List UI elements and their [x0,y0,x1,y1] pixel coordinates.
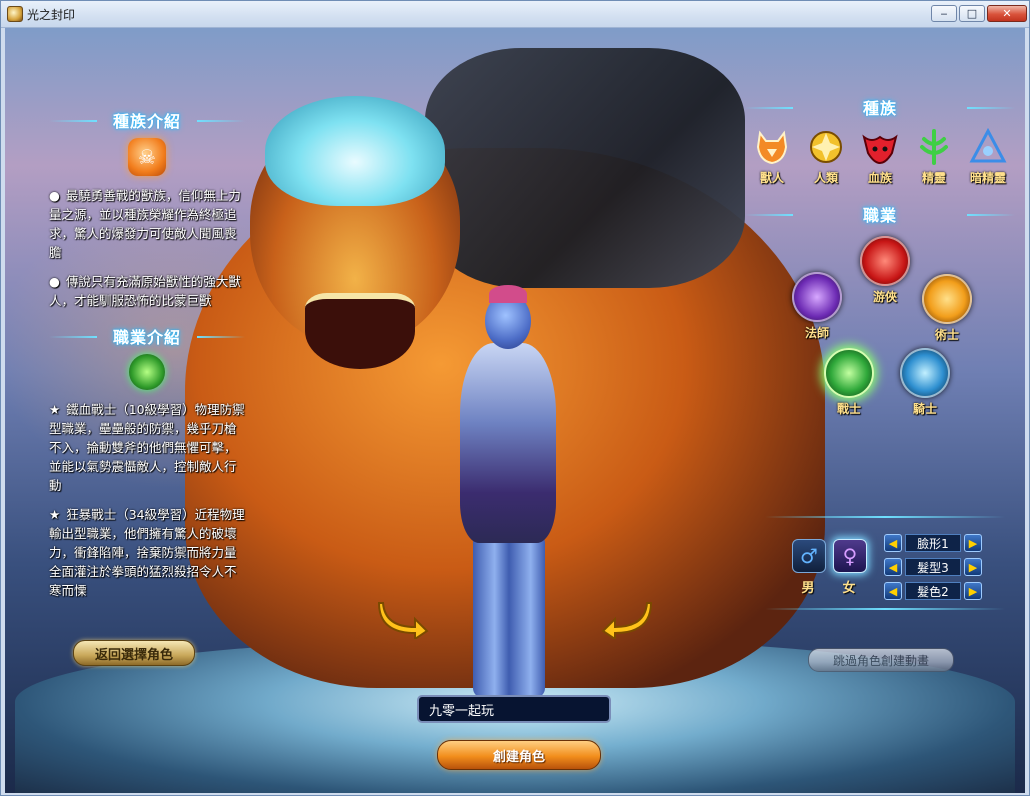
warlock-class-icon [922,274,972,324]
ranger-class-icon [860,236,910,286]
haircolor-option-row: ◀ 髮色2 ▶ [884,581,982,601]
elf-race-icon [914,127,954,167]
game-viewport: 種族介紹 ☠ ● 最驍勇善戰的獸族，信仰無上力量之源，並以種族榮耀作為終極追求，驚… [5,28,1025,793]
blood-race-icon [860,127,900,167]
beast-crest [265,96,445,206]
class-label: 術士 [934,328,959,342]
class-option-ranger[interactable]: 游俠 [855,236,915,305]
haircolor-prev-button[interactable]: ◀ [884,582,902,600]
class-option-warrior[interactable]: 戰士 [819,348,879,417]
warrior-intro-icon [129,354,165,390]
race-label: 人類 [813,171,838,185]
race-intro-paragraph: ● 最驍勇善戰的獸族，信仰無上力量之源，並以種族榮耀作為終極追求，驚人的爆發力可使… [49,188,241,260]
mage-class-icon [792,272,842,322]
face-next-button[interactable]: ▶ [964,534,982,552]
rotate-right-arrow-icon[interactable] [599,593,653,641]
race-label: 暗精靈 [969,171,1006,185]
minimize-button[interactable]: ‒ [931,5,957,22]
character-hair [489,285,527,303]
beast-race-intro-icon: ☠ [128,138,166,176]
race-list: 獸人 人類 血族 精靈 暗精靈 [745,127,1015,186]
race-label: 獸人 [759,171,784,185]
male-gender-button[interactable]: ♂ [792,539,826,573]
appearance-panel: ♂ ♀ 男 女 ◀ 臉形1 ▶ ◀ 髮型3 ▶ ◀ 髮色2 ▶ [788,533,988,613]
class-label: 游俠 [872,290,897,304]
face-option-row: ◀ 臉形1 ▶ [884,533,982,553]
beast-race-icon [752,127,792,167]
create-character-button[interactable]: 創建角色 [437,740,601,770]
hairstyle-value: 髮型3 [905,558,961,576]
haircolor-next-button[interactable]: ▶ [964,582,982,600]
face-value: 臉形1 [905,534,961,552]
race-option-dark-elf[interactable]: 暗精靈 [963,127,1013,186]
character-body [460,343,556,543]
hairstyle-next-button[interactable]: ▶ [964,558,982,576]
class-label: 騎士 [912,402,937,416]
job-intro-paragraph: ★ 鐵血戰士（10級學習）物理防禦型職業，壘壘般的防禦，幾乎刀槍不入，掄動雙斧的他… [49,402,245,493]
hairstyle-option-row: ◀ 髮型3 ▶ [884,557,982,577]
job-intro-section: 職業介紹 ★ 鐵血戰士（10級學習）物理防禦型職業，壘壘般的防禦，幾乎刀槍不入，掄… [49,322,245,600]
race-option-beast[interactable]: 獸人 [747,127,797,186]
class-option-mage[interactable]: 法師 [787,272,847,341]
warrior-class-icon [824,348,874,398]
character-model[interactable] [435,285,585,703]
female-label: 女 [842,581,856,596]
female-gender-button[interactable]: ♀ [833,539,867,573]
skip-animation-button[interactable]: 跳過角色創建動畫 [808,648,954,672]
title-bar[interactable]: 光之封印 ‒ □ ✕ [1,1,1029,28]
class-list: 游俠 法師 術士 戰士 騎士 [745,236,1015,436]
human-race-icon [806,127,846,167]
intro-panel: 種族介紹 ☠ ● 最驍勇善戰的獸族，信仰無上力量之源，並以種族榮耀作為終極追求，驚… [49,106,245,610]
character-name-input[interactable] [417,695,611,723]
race-option-blood[interactable]: 血族 [855,127,905,186]
class-option-knight[interactable]: 騎士 [895,348,955,417]
job-intro-paragraph: ★ 狂暴戰士（34級學習）近程物理輸出型職業，他們擁有驚人的破壞力，衝鋒陷陣，捨棄… [49,507,245,598]
male-label: 男 [801,581,815,596]
app-icon [7,6,23,22]
selection-panel: 種族 獸人 人類 血族 精靈 暗精靈 職業 游俠 法師 術士 戰士 騎士 [745,93,1015,436]
race-title: 種族 [745,93,1015,121]
game-window: 光之封印 ‒ □ ✕ 種族介紹 ☠ ● 最驍勇善戰的獸族，信仰無上力量之源，並以種… [0,0,1030,796]
haircolor-value: 髮色2 [905,582,961,600]
rotate-left-arrow-icon[interactable] [377,593,431,641]
hairstyle-prev-button[interactable]: ◀ [884,558,902,576]
class-label: 戰士 [836,402,861,416]
race-option-elf[interactable]: 精靈 [909,127,959,186]
race-option-human[interactable]: 人類 [801,127,851,186]
character-legs [473,533,545,698]
maximize-button[interactable]: □ [959,5,985,22]
dark-elf-race-icon [968,127,1008,167]
class-label: 法師 [804,326,829,340]
class-title: 職業 [745,200,1015,228]
beast-jaw [305,293,415,369]
race-label: 精靈 [921,171,946,185]
race-intro-paragraph: ● 傳說只有充滿原始獸性的強大獸人，才能馴服恐怖的比蒙巨獸 [49,274,241,308]
divider [765,516,1005,518]
job-intro-title: 職業介紹 [49,322,245,350]
beast-armor [425,48,745,288]
knight-class-icon [900,348,950,398]
window-title: 光之封印 [27,8,76,22]
back-to-character-select-button[interactable]: 返回選擇角色 [73,640,195,666]
race-label: 血族 [867,171,892,185]
race-intro-title: 種族介紹 [49,106,245,134]
class-option-warlock[interactable]: 術士 [917,274,977,343]
face-prev-button[interactable]: ◀ [884,534,902,552]
close-button[interactable]: ✕ [987,5,1027,22]
